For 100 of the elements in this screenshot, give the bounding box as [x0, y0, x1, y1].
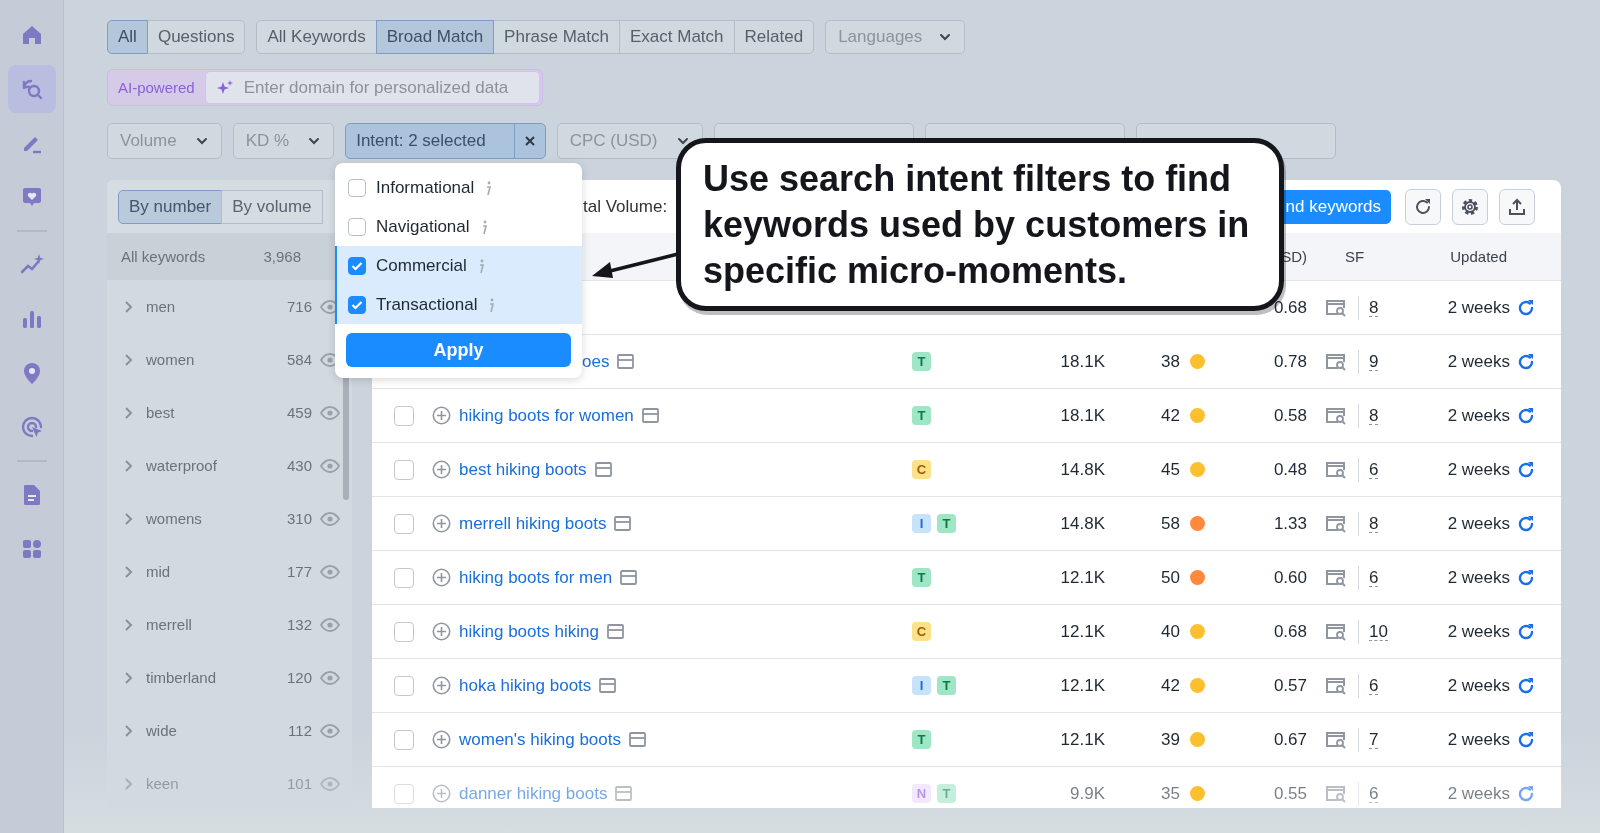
keyword-link[interactable]: hiking boots hiking	[459, 621, 599, 642]
filter-tab[interactable]: Broad Match	[375, 20, 495, 54]
chevron-right-icon[interactable]	[124, 458, 134, 473]
chevron-right-icon[interactable]	[124, 352, 134, 367]
eye-icon[interactable]	[320, 458, 340, 473]
group-name[interactable]: timberland	[146, 669, 287, 686]
filter-tab[interactable]: All Keywords	[256, 20, 377, 54]
column-header[interactable]: SF	[1307, 248, 1392, 265]
checkbox[interactable]	[348, 217, 366, 236]
keyword-link[interactable]: hoka hiking boots	[459, 675, 592, 696]
row-checkbox[interactable]	[394, 729, 414, 750]
view-tab[interactable]: By volume	[221, 189, 323, 224]
row-checkbox[interactable]	[394, 459, 414, 480]
chevron-right-icon[interactable]	[124, 299, 134, 314]
eye-icon[interactable]	[320, 776, 340, 791]
page-icon[interactable]	[606, 624, 624, 639]
chevron-right-icon[interactable]	[124, 564, 134, 579]
group-name[interactable]: wide	[146, 722, 289, 739]
keyword-link[interactable]: best hiking boots	[459, 459, 587, 480]
keyword-link[interactable]: hiking boots for men	[459, 567, 613, 588]
refresh-button[interactable]	[1405, 188, 1441, 225]
group-name[interactable]: best	[146, 404, 287, 421]
filter-tab[interactable]: Exact Match	[619, 20, 735, 54]
serp-features-count[interactable]: 6	[1369, 784, 1379, 803]
serp-features-count[interactable]: 6	[1369, 568, 1379, 587]
close-icon[interactable]	[523, 135, 536, 147]
page-icon[interactable]	[614, 516, 632, 531]
eye-icon[interactable]	[320, 723, 340, 738]
intent-option[interactable]: Commercial	[335, 246, 582, 285]
group-name[interactable]: waterproof	[146, 457, 287, 474]
filter-tab[interactable]: Phrase Match	[493, 20, 620, 54]
serp-preview-icon[interactable]	[1325, 568, 1347, 587]
eye-icon[interactable]	[320, 405, 340, 420]
intent-option[interactable]: Transactional	[335, 285, 582, 324]
serp-preview-icon[interactable]	[1325, 406, 1347, 425]
eye-icon[interactable]	[320, 511, 340, 526]
keyword-link[interactable]: oes	[582, 351, 610, 372]
serp-preview-icon[interactable]	[1325, 622, 1347, 641]
serp-features-count[interactable]: 6	[1369, 460, 1379, 479]
refresh-icon[interactable]	[1516, 783, 1536, 804]
page-icon[interactable]	[620, 570, 638, 585]
serp-preview-icon[interactable]	[1325, 784, 1347, 803]
eye-icon[interactable]	[320, 670, 340, 685]
chevron-right-icon[interactable]	[124, 405, 134, 420]
row-checkbox[interactable]	[394, 783, 414, 804]
info-icon[interactable]	[487, 296, 496, 313]
serp-preview-icon[interactable]	[1325, 730, 1347, 749]
keyword-link[interactable]: hiking boots for women	[459, 405, 634, 426]
eye-icon[interactable]	[320, 617, 340, 632]
page-icon[interactable]	[615, 786, 633, 801]
eye-icon[interactable]	[320, 564, 340, 579]
page-icon[interactable]	[617, 354, 635, 369]
page-icon[interactable]	[629, 732, 646, 747]
keyword-link[interactable]: danner hiking boots	[459, 783, 608, 804]
page-icon[interactable]	[599, 678, 617, 693]
group-name[interactable]: women	[146, 351, 287, 368]
chevron-right-icon[interactable]	[124, 776, 134, 791]
refresh-icon[interactable]	[1516, 459, 1536, 480]
add-icon[interactable]	[432, 568, 451, 587]
domain-input-field[interactable]: Enter domain for personalized data	[204, 71, 540, 104]
filter-tab[interactable]: Related	[733, 20, 815, 54]
refresh-icon[interactable]	[1516, 675, 1536, 696]
group-name[interactable]: merrell	[146, 616, 287, 633]
filter-tab[interactable]: Questions	[146, 20, 246, 54]
chevron-right-icon[interactable]	[124, 670, 134, 685]
view-tab[interactable]: By number	[118, 189, 223, 224]
add-icon[interactable]	[432, 460, 451, 479]
serp-preview-icon[interactable]	[1325, 352, 1347, 371]
page-icon[interactable]	[641, 408, 659, 423]
add-icon[interactable]	[432, 514, 451, 533]
chevron-right-icon[interactable]	[124, 617, 134, 632]
serp-features-count[interactable]: 8	[1369, 406, 1379, 425]
add-icon[interactable]	[432, 406, 451, 425]
intent-option[interactable]: Informational	[335, 168, 582, 207]
refresh-icon[interactable]	[1516, 405, 1536, 426]
serp-preview-icon[interactable]	[1325, 514, 1347, 533]
row-checkbox[interactable]	[394, 513, 414, 534]
serp-features-count[interactable]: 8	[1369, 514, 1379, 533]
filter-tab[interactable]: All	[107, 20, 148, 54]
export-button[interactable]	[1499, 188, 1535, 225]
group-name[interactable]: men	[146, 298, 287, 315]
add-icon[interactable]	[432, 730, 451, 749]
serp-features-count[interactable]: 7	[1369, 730, 1379, 749]
row-checkbox[interactable]	[394, 621, 414, 642]
group-name[interactable]: womens	[146, 510, 287, 527]
serp-preview-icon[interactable]	[1325, 298, 1347, 317]
row-checkbox[interactable]	[394, 405, 414, 426]
settings-button[interactable]	[1452, 188, 1488, 225]
serp-preview-icon[interactable]	[1325, 460, 1347, 479]
serp-features-count[interactable]: 10	[1369, 622, 1388, 641]
add-icon[interactable]	[432, 622, 451, 641]
row-checkbox[interactable]	[394, 567, 414, 588]
apply-button[interactable]: Apply	[346, 333, 571, 367]
refresh-icon[interactable]	[1516, 297, 1536, 318]
info-icon[interactable]	[484, 179, 493, 196]
serp-preview-icon[interactable]	[1325, 676, 1347, 695]
refresh-icon[interactable]	[1516, 729, 1536, 750]
magnifier-icon-button[interactable]	[7, 65, 56, 113]
filter-dropdown[interactable]: Intent: 2 selected	[345, 123, 546, 159]
refresh-icon[interactable]	[1516, 351, 1536, 372]
